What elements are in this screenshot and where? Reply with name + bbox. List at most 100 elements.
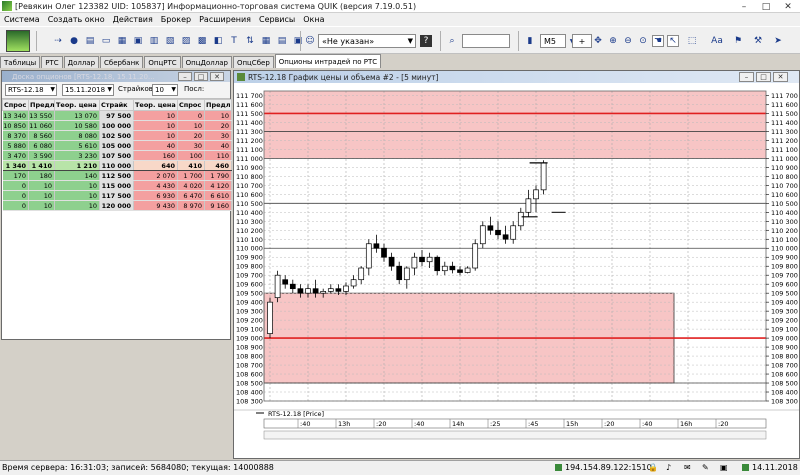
menu-system[interactable]: Система xyxy=(0,15,44,24)
table-cell[interactable]: 100 xyxy=(177,150,205,161)
sort-icon[interactable]: ⇅ xyxy=(244,35,256,47)
table-cell[interactable]: 10 xyxy=(28,190,55,201)
table-cell[interactable]: 9 160 xyxy=(204,200,232,211)
table-cell[interactable]: 105 000 xyxy=(99,140,134,151)
table-cell[interactable]: 112 500 xyxy=(99,170,134,181)
table-cell[interactable]: 10 xyxy=(54,190,100,201)
message-icon[interactable]: ✎ xyxy=(702,463,709,472)
candles-icon[interactable]: ▮ xyxy=(524,35,536,47)
order-arrow-icon[interactable]: ⇢ xyxy=(52,35,64,47)
table-cell[interactable]: 6 470 xyxy=(177,190,205,201)
portfolio-icon[interactable]: ▣ xyxy=(132,35,144,47)
table-cell[interactable]: 13 070 xyxy=(54,110,100,121)
options-close-button[interactable]: ✕ xyxy=(210,72,224,81)
table-cell[interactable]: 0 xyxy=(2,180,29,191)
table-cell[interactable]: 10 xyxy=(133,110,178,121)
table-cell[interactable]: 10 xyxy=(133,130,178,141)
pointer-icon[interactable]: ↖ xyxy=(667,35,679,47)
table-cell[interactable]: 115 000 xyxy=(99,180,134,191)
tools-icon[interactable]: ⚒ xyxy=(752,35,764,47)
table-cell[interactable]: 1 700 xyxy=(177,170,205,181)
table-cell[interactable]: 3 470 xyxy=(2,150,29,161)
filter-icon[interactable]: ▤ xyxy=(276,35,288,47)
rectangle-select-icon[interactable]: ⬚ xyxy=(686,35,698,47)
sound-icon[interactable]: ♪ xyxy=(666,463,671,472)
table-cell[interactable]: 4 430 xyxy=(133,180,178,191)
table-cell[interactable]: 1 790 xyxy=(204,170,232,181)
window-icon[interactable]: ▭ xyxy=(100,35,112,47)
table-cell[interactable]: 110 xyxy=(204,150,232,161)
col-put-theo[interactable]: Теор. цена P xyxy=(133,99,178,111)
search-icon[interactable]: ⌕ xyxy=(446,35,458,47)
tab-dollar[interactable]: Доллар xyxy=(63,56,100,68)
table-cell[interactable]: 4 020 xyxy=(177,180,205,191)
zoom-in-icon[interactable]: ⊕ xyxy=(607,35,619,47)
table-cell[interactable]: 160 xyxy=(133,150,178,161)
orders-icon[interactable]: ▧ xyxy=(164,35,176,47)
close-button[interactable]: ✕ xyxy=(777,0,799,13)
table-cell[interactable]: 6 930 xyxy=(133,190,178,201)
orders-status-icon[interactable]: ▣ xyxy=(720,463,728,472)
base-asset-select[interactable]: RTS-12.18 ▼ xyxy=(5,84,57,96)
strikes-count-select[interactable]: 10 ▼ xyxy=(152,84,178,96)
flag-icon[interactable]: ⚑ xyxy=(732,35,744,47)
quotes-icon[interactable]: ▦ xyxy=(116,35,128,47)
col-put-bid[interactable]: Спрос xyxy=(177,99,205,111)
table-cell[interactable]: 30 xyxy=(177,140,205,151)
table-cell[interactable]: 4 120 xyxy=(204,180,232,191)
news-icon[interactable]: ▩ xyxy=(196,35,208,47)
table-cell[interactable]: 20 xyxy=(204,120,232,131)
zoom-out-icon[interactable]: ⊖ xyxy=(622,35,634,47)
table-row[interactable]: 170 180 140 112 500 2 070 1 700 1 790 xyxy=(2,170,232,181)
reset-zoom-icon[interactable]: ⊙ xyxy=(637,35,649,47)
chart-window-icon[interactable]: ▨ xyxy=(180,35,192,47)
table-icon[interactable]: ▤ xyxy=(84,35,96,47)
table-cell[interactable]: 0 xyxy=(177,110,205,121)
table-cell[interactable]: 640 xyxy=(133,160,178,171)
table-row[interactable]: 0 10 10 120 000 9 430 8 970 9 160 xyxy=(2,200,232,211)
table-cell[interactable]: 20 xyxy=(177,130,205,141)
crosshair-button[interactable]: + xyxy=(572,34,592,48)
table-cell[interactable]: 40 xyxy=(133,140,178,151)
table-cell[interactable]: 2 070 xyxy=(133,170,178,181)
chart-close-button[interactable]: ✕ xyxy=(773,72,788,82)
table-cell[interactable]: 10 xyxy=(204,110,232,121)
menu-extensions[interactable]: Расширения xyxy=(195,15,255,24)
table-cell[interactable]: 5 610 xyxy=(54,140,100,151)
tab-tables[interactable]: Таблицы xyxy=(0,56,41,68)
col-call-theo[interactable]: Теор. цена C xyxy=(54,99,100,111)
menu-broker[interactable]: Брокер xyxy=(157,15,195,24)
table-row[interactable]: 5 880 6 080 5 610 105 000 40 30 40 xyxy=(2,140,232,151)
chart-window-titlebar[interactable]: RTS-12.18 График цены и объема #2 - [5 м… xyxy=(234,71,799,83)
mail-icon[interactable]: ✉ xyxy=(684,463,691,472)
table-cell[interactable]: 8 080 xyxy=(54,130,100,141)
settings-icon[interactable]: ▣ xyxy=(292,35,304,47)
table-cell[interactable]: 6 080 xyxy=(28,140,55,151)
table-cell[interactable]: 3 590 xyxy=(28,150,55,161)
menu-services[interactable]: Сервисы xyxy=(255,15,299,24)
table-cell[interactable]: 180 xyxy=(28,170,55,181)
col-strike[interactable]: Страйк xyxy=(99,99,134,111)
price-chart[interactable]: 111 700 111 700111 600 111 600111 500 111 5… xyxy=(234,83,799,458)
table-cell[interactable]: 10 xyxy=(28,180,55,191)
interval-select[interactable]: M5 xyxy=(540,34,566,48)
table-cell[interactable]: 140 xyxy=(54,170,100,181)
table-cell[interactable]: 10 xyxy=(54,200,100,211)
tab-sberbank[interactable]: Сбербанк xyxy=(100,56,144,68)
table-cell[interactable]: 97 500 xyxy=(99,110,134,121)
table-cell[interactable]: 8 370 xyxy=(2,130,29,141)
grid-icon[interactable]: ▦ xyxy=(260,35,272,47)
table-cell[interactable]: 13 550 xyxy=(28,110,55,121)
quik-connect-icon[interactable] xyxy=(6,30,30,52)
table-cell[interactable]: 10 xyxy=(133,120,178,131)
table-cell[interactable]: 10 xyxy=(28,200,55,211)
table-cell[interactable]: 410 xyxy=(177,160,205,171)
table-cell[interactable]: 8 970 xyxy=(177,200,205,211)
user-icon[interactable]: ☺ xyxy=(304,35,316,47)
tab-opt-sber[interactable]: ОпцСбер xyxy=(232,56,274,68)
stop-order-icon[interactable]: ● xyxy=(68,35,80,47)
menu-actions[interactable]: Действия xyxy=(109,15,157,24)
table-cell[interactable]: 170 xyxy=(2,170,29,181)
table-cell[interactable]: 5 880 xyxy=(2,140,29,151)
text-tool-icon[interactable]: T xyxy=(228,35,240,47)
